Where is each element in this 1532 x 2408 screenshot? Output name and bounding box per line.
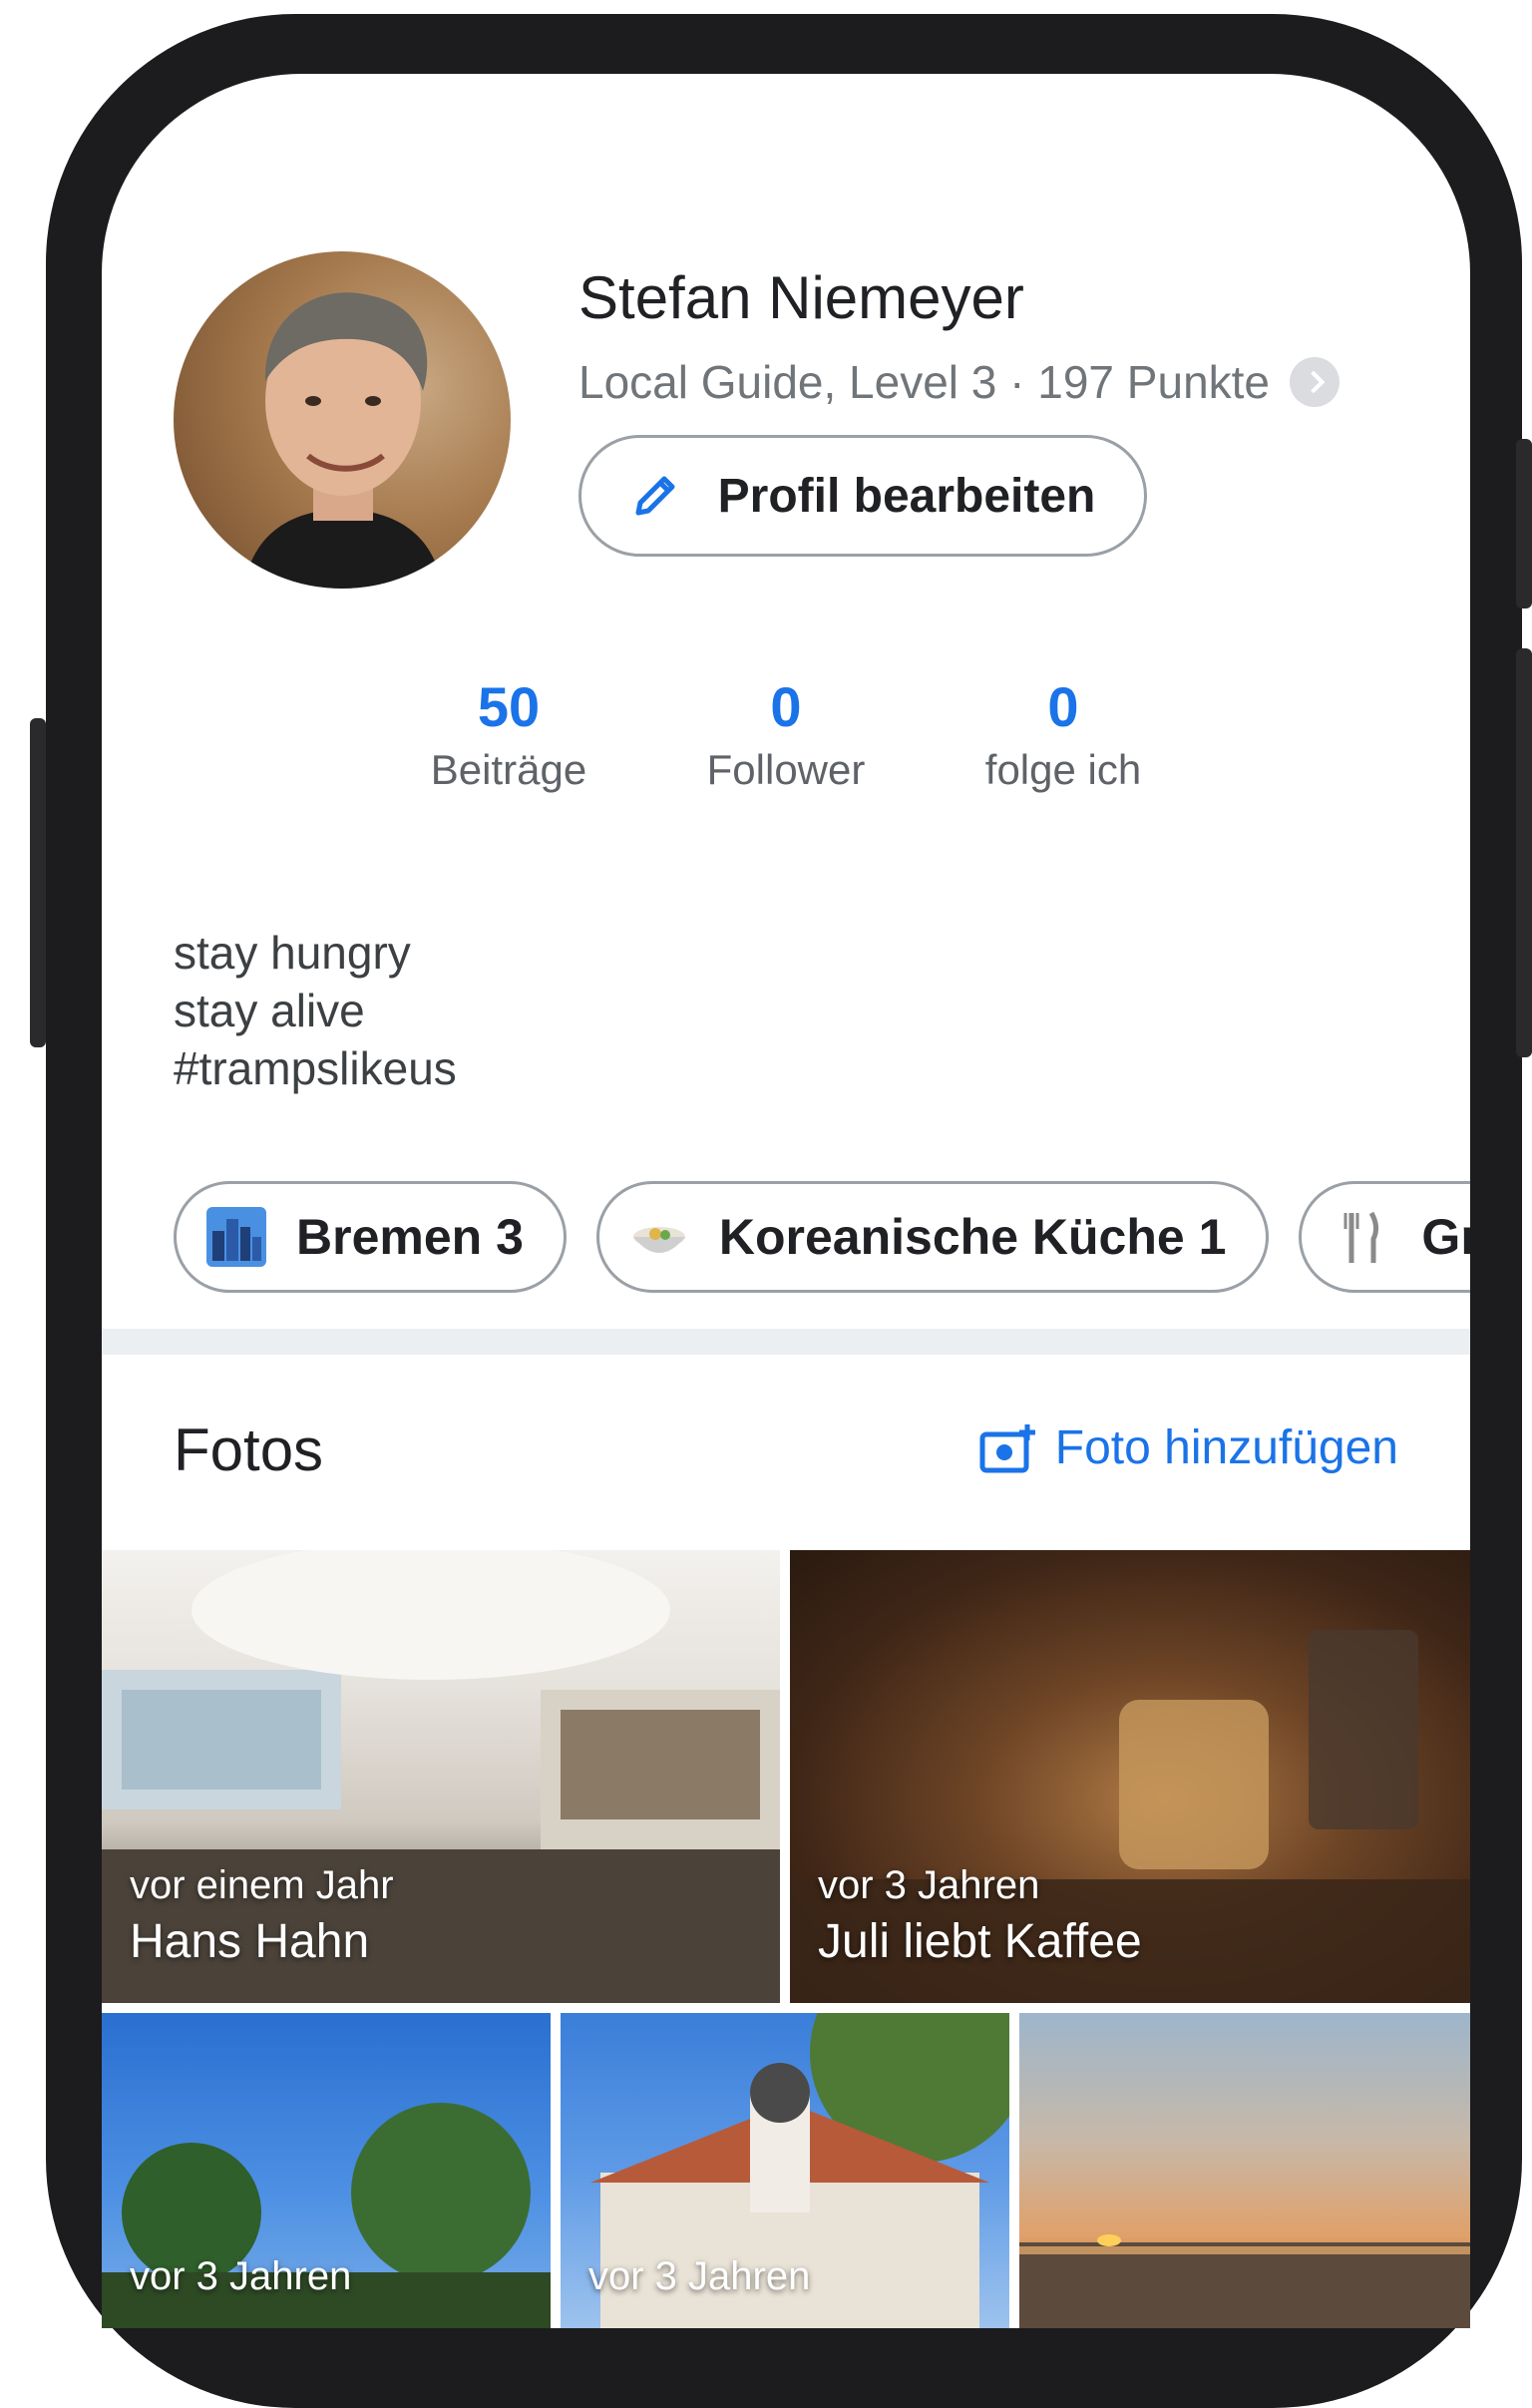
guide-level-text: Local Guide, Level 3 · 197 Punkte bbox=[578, 356, 1271, 408]
avatar[interactable] bbox=[174, 251, 511, 589]
chip-label: Bremen 3 bbox=[296, 1209, 524, 1265]
chip-greek[interactable]: Griec bbox=[1299, 1181, 1470, 1293]
chip-label: Griec bbox=[1421, 1209, 1470, 1265]
chip-bremen[interactable]: Bremen 3 bbox=[174, 1181, 567, 1293]
topic-chips: Bremen 3 Koreanische Küche 1 Griec bbox=[174, 1181, 1470, 1293]
photos-heading: Fotos bbox=[174, 1416, 324, 1483]
stat-value: 50 bbox=[477, 675, 541, 738]
photo-age: vor 3 Jahren bbox=[818, 1863, 1040, 1907]
stat-value: 0 bbox=[770, 675, 802, 738]
bio-line: stay hungry bbox=[174, 927, 411, 979]
edit-profile-button[interactable]: Profil bearbeiten bbox=[578, 435, 1147, 557]
stat-following[interactable]: 0 folge ich bbox=[914, 672, 1213, 798]
profile-name: Stefan Niemeyer bbox=[578, 264, 1024, 331]
add-photo-label: Foto hinzufügen bbox=[1054, 1421, 1398, 1474]
city-icon bbox=[206, 1207, 266, 1267]
photo-age: vor 3 Jahren bbox=[130, 2254, 352, 2298]
photo-grid-row-2: vor 3 Jahren vor 3 Jahren bbox=[102, 2013, 1470, 2328]
bowl-icon bbox=[632, 1227, 685, 1253]
edit-profile-label: Profil bearbeiten bbox=[717, 469, 1096, 523]
add-photo-button[interactable]: Foto hinzufügen bbox=[979, 1420, 1398, 1475]
volume-button bbox=[30, 718, 46, 1047]
screen: Stefan Niemeyer Local Guide, Level 3 · 1… bbox=[102, 74, 1470, 2328]
photo-age: vor einem Jahr bbox=[130, 1863, 394, 1907]
bio-line: stay alive bbox=[174, 985, 365, 1036]
chevron-right-icon[interactable] bbox=[1290, 357, 1340, 407]
chip-korean[interactable]: Koreanische Küche 1 bbox=[595, 1181, 1270, 1293]
photo-tile[interactable]: vor 3 Jahren bbox=[561, 2013, 1009, 2328]
section-divider bbox=[102, 1329, 1470, 1355]
photo-meta: vor 3 Jahren bbox=[130, 2250, 351, 2302]
photo-tile[interactable] bbox=[1019, 2013, 1470, 2328]
photo-title: Hans Hahn bbox=[130, 1915, 370, 1968]
add-photo-icon bbox=[979, 1423, 1035, 1472]
photo-age: vor 3 Jahren bbox=[588, 2254, 811, 2298]
bio: stay hungry stay alive #trampslikeus bbox=[174, 924, 457, 1097]
photo-meta: vor einem Jahr Hans Hahn bbox=[130, 1859, 394, 1973]
stat-label: Beiträge bbox=[430, 746, 587, 793]
stat-posts[interactable]: 50 Beiträge bbox=[359, 672, 658, 798]
stat-followers[interactable]: 0 Follower bbox=[636, 672, 936, 798]
stats-row: 50 Beiträge 0 Follower 0 folge ich bbox=[102, 672, 1470, 822]
fork-knife-icon bbox=[1343, 1211, 1379, 1263]
photo-tile[interactable]: vor einem Jahr Hans Hahn bbox=[102, 1550, 780, 2003]
chip-label: Koreanische Küche 1 bbox=[718, 1209, 1227, 1265]
bio-line: #trampslikeus bbox=[174, 1042, 457, 1094]
stat-value: 0 bbox=[1047, 675, 1079, 738]
photo-tile[interactable]: vor 3 Jahren bbox=[102, 2013, 551, 2328]
sunset-image bbox=[1019, 2234, 1470, 2328]
photo-tile[interactable]: vor 3 Jahren Juli liebt Kaffee bbox=[790, 1550, 1470, 2003]
stat-label: Follower bbox=[706, 746, 866, 793]
side-button bbox=[1516, 648, 1532, 1057]
guide-level[interactable]: Local Guide, Level 3 · 197 Punkte bbox=[578, 355, 1340, 409]
power-button bbox=[1516, 439, 1532, 608]
photo-grid: vor einem Jahr Hans Hahn vor 3 Jahren Ju… bbox=[102, 1550, 1470, 2003]
photo-meta: vor 3 Jahren Juli liebt Kaffee bbox=[818, 1859, 1142, 1973]
photo-meta: vor 3 Jahren bbox=[588, 2250, 810, 2302]
photo-title: Juli liebt Kaffee bbox=[818, 1915, 1142, 1968]
pencil-icon bbox=[635, 476, 675, 516]
stat-label: folge ich bbox=[984, 746, 1142, 793]
